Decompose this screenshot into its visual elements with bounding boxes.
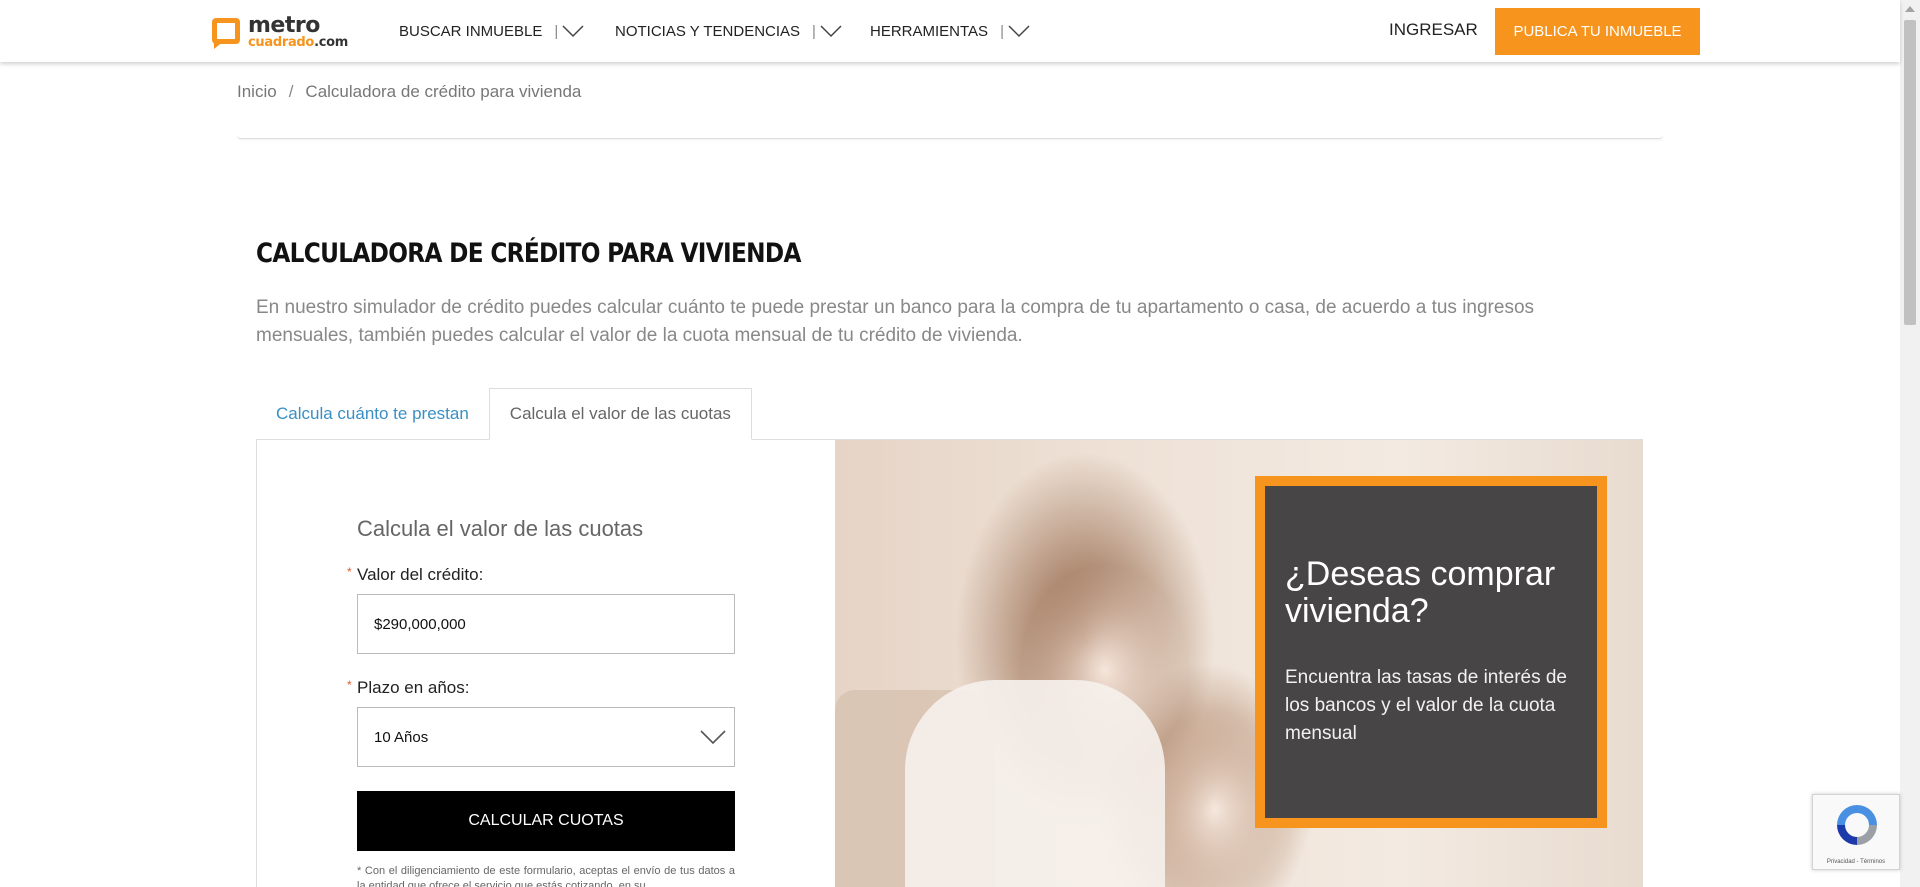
credit-value-input[interactable]: $290,000,000 — [357, 594, 735, 654]
promo-box: ¿Deseas comprar vivienda? Encuentra las … — [1255, 476, 1607, 828]
form-title: Calcula el valor de las cuotas — [357, 516, 644, 541]
scroll-thumb[interactable] — [1904, 20, 1916, 325]
credit-value-label: * Valor del crédito: — [347, 565, 484, 584]
publish-property-button[interactable]: PUBLICA TU INMUEBLE — [1495, 8, 1700, 55]
page-title: CALCULADORA DE CRÉDITO PARA VIVIENDA — [256, 238, 801, 269]
tab-calcula-cuotas[interactable]: Calcula el valor de las cuotas — [488, 388, 752, 440]
promo-title: ¿Deseas comprar vivienda? — [1285, 555, 1556, 630]
nav-label: NOTICIAS Y TENDENCIAS — [615, 22, 801, 40]
page-scrollbar[interactable] — [1900, 0, 1920, 887]
chevron-down-icon — [820, 25, 842, 38]
calculate-quotas-button[interactable]: CALCULAR CUOTAS — [357, 791, 735, 851]
chevron-down-icon — [562, 25, 584, 38]
nav-noticias-tendencias[interactable]: NOTICIAS Y TENDENCIAS | — [615, 0, 842, 62]
quota-form: Calcula el valor de las cuotas * Valor d… — [257, 440, 835, 887]
chevron-down-icon — [1008, 25, 1030, 38]
scroll-up-arrow-icon[interactable] — [1900, 0, 1920, 17]
nav-buscar-inmueble[interactable]: BUSCAR INMUEBLE | — [399, 0, 584, 62]
term-years-value: 10 Años — [374, 728, 429, 746]
logo-text-cuadrado: cuadrado.com — [248, 35, 348, 50]
nav-herramientas[interactable]: HERRAMIENTAS | — [870, 0, 1030, 62]
term-years-select[interactable]: 10 Años — [357, 707, 735, 767]
site-logo[interactable]: metro cuadrado.com — [210, 12, 348, 52]
site-header: metro cuadrado.com BUSCAR INMUEBLE | NOT… — [0, 0, 1900, 62]
login-link[interactable]: INGRESAR — [1389, 20, 1478, 40]
required-mark: * — [347, 678, 352, 692]
credit-value-text: $290,000,000 — [374, 615, 466, 633]
calculator-tabs: Calcula cuánto te prestan Calcula el val… — [256, 388, 752, 440]
form-disclaimer: * Con el diligenciamiento de este formul… — [357, 865, 735, 887]
chevron-down-icon — [700, 730, 726, 745]
recaptcha-icon — [1837, 805, 1877, 845]
breadcrumb-current: Calculadora de crédito para vivienda — [305, 82, 582, 101]
recaptcha-badge[interactable]: Privacidad - Términos — [1812, 794, 1900, 870]
term-years-label: * Plazo en años: — [347, 678, 470, 697]
tab-calcula-prestamo[interactable]: Calcula cuánto te prestan — [256, 388, 489, 440]
breadcrumb: Inicio / Calculadora de crédito para vivie… — [237, 82, 582, 101]
nav-label: BUSCAR INMUEBLE — [399, 22, 543, 40]
nav-label: HERRAMIENTAS — [870, 22, 989, 40]
required-mark: * — [347, 565, 352, 579]
calculator-panel: Calcula el valor de las cuotas * Valor d… — [256, 439, 1643, 887]
logo-text-metro: metro — [248, 13, 320, 38]
promo-text: Encuentra las tasas de interés de los ba… — [1285, 667, 1568, 744]
page-intro: En nuestro simulador de crédito puedes c… — [256, 297, 1535, 346]
mother-daughter-photo: ¿Deseas comprar vivienda? Encuentra las … — [835, 440, 1643, 887]
page: metro cuadrado.com BUSCAR INMUEBLE | NOT… — [0, 0, 1920, 887]
breadcrumb-divider — [237, 135, 1663, 139]
breadcrumb-home-link[interactable]: Inicio — [237, 82, 277, 101]
recaptcha-links[interactable]: Privacidad - Términos — [1813, 859, 1899, 865]
logo-chat-icon — [210, 15, 244, 49]
